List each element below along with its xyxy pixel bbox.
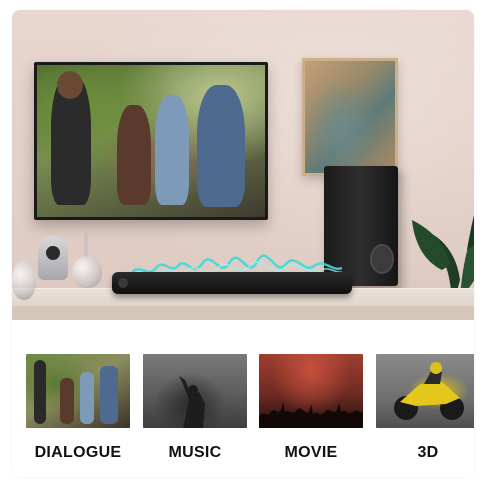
soundbar-logo bbox=[118, 278, 128, 288]
music-performer-image bbox=[143, 354, 247, 428]
movie-crowd-image bbox=[259, 354, 363, 428]
man-figure bbox=[197, 85, 245, 207]
seated-friend-figure bbox=[117, 105, 151, 205]
television bbox=[34, 62, 268, 220]
soundbar bbox=[112, 272, 352, 294]
mode-dialogue-label: DIALOGUE bbox=[34, 444, 122, 461]
friend-figure bbox=[155, 95, 189, 205]
decorative-speaker-cone bbox=[46, 246, 60, 260]
woman-head bbox=[57, 71, 83, 99]
mode-music-label: MUSIC bbox=[168, 444, 222, 461]
glass-vase-left bbox=[12, 260, 36, 300]
sound-modes-row: DIALOGUE MUSIC MOVIE 3D bbox=[12, 340, 474, 470]
dialogue-scene-image bbox=[26, 354, 130, 428]
mode-3d: 3D bbox=[376, 354, 474, 462]
mode-3d-label: 3D bbox=[417, 444, 439, 461]
subwoofer-port bbox=[370, 244, 394, 274]
glass-vase-right bbox=[72, 256, 102, 288]
decorative-speaker bbox=[38, 236, 68, 280]
product-image-card: DIALOGUE MUSIC MOVIE 3D bbox=[12, 10, 474, 477]
mode-dialogue: DIALOGUE bbox=[26, 354, 130, 462]
shelf-front-panel bbox=[12, 306, 474, 320]
mode-movie-label: MOVIE bbox=[284, 444, 338, 461]
mode-movie: MOVIE bbox=[259, 354, 363, 462]
living-room-scene bbox=[12, 10, 474, 320]
tv-screen-image bbox=[37, 65, 265, 217]
mode-music: MUSIC bbox=[143, 354, 247, 462]
wall-art-frame bbox=[302, 58, 398, 176]
motorcycle-race-image bbox=[376, 354, 474, 428]
